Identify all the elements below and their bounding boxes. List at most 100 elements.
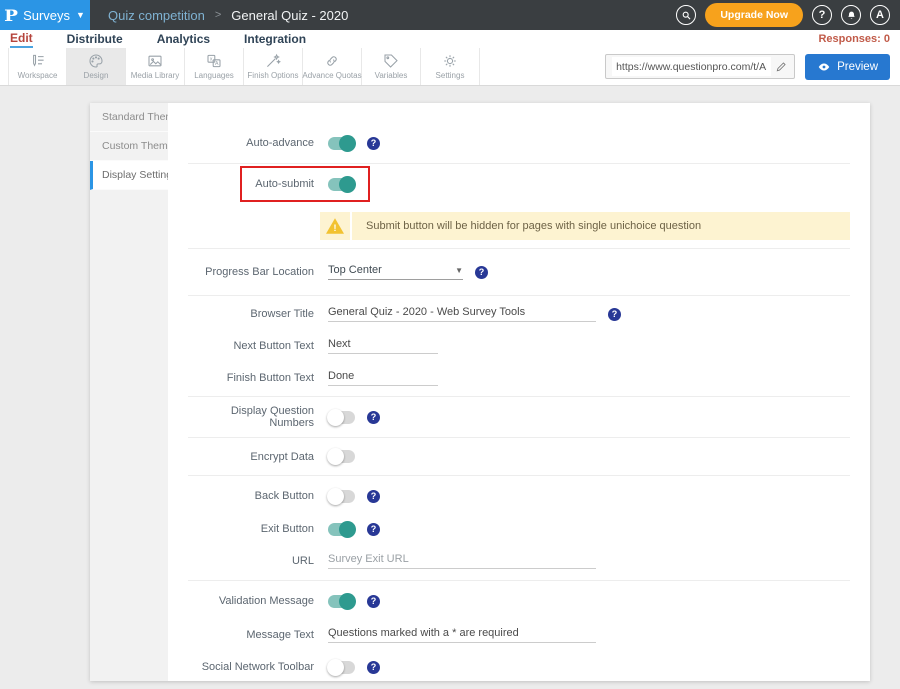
exit-button-toggle[interactable] <box>328 523 355 536</box>
auto-submit-label: Auto-submit <box>188 178 328 190</box>
warning-text: Submit button will be hidden for pages w… <box>352 212 701 240</box>
social-toolbar-toggle[interactable] <box>328 661 355 674</box>
edit-pencil-icon[interactable] <box>775 60 788 73</box>
exit-url-label: URL <box>188 555 328 567</box>
finish-button-text-input[interactable] <box>328 370 438 386</box>
exit-url-row: URL <box>188 542 850 580</box>
svg-text:A: A <box>215 61 219 67</box>
tool-languages[interactable]: xA Languages <box>185 48 244 85</box>
menu-item-distribute[interactable]: Distribute <box>67 31 123 47</box>
warning-triangle-icon: ! <box>325 217 345 235</box>
avatar[interactable]: A <box>870 5 890 25</box>
auto-advance-row: Auto-advance ? <box>188 123 850 163</box>
auto-advance-label: Auto-advance <box>188 137 328 149</box>
sidebar-item-standard-themes[interactable]: Standard Themes <box>90 103 168 132</box>
surveys-menu-button[interactable]: P Surveys ▼ <box>0 0 90 30</box>
tool-variables[interactable]: Variables <box>362 48 421 85</box>
social-toolbar-help-icon[interactable]: ? <box>367 661 380 674</box>
chevron-down-icon: ▼ <box>455 266 463 275</box>
exit-button-row: Exit Button ? <box>188 516 850 542</box>
preview-button[interactable]: Preview <box>805 54 890 80</box>
breadcrumb: Quiz competition > General Quiz - 2020 <box>108 8 348 23</box>
back-button-help-icon[interactable]: ? <box>367 490 380 503</box>
back-button-label: Back Button <box>188 490 328 502</box>
upgrade-now-button[interactable]: Upgrade Now <box>705 3 803 27</box>
social-toolbar-label: Social Network Toolbar <box>188 661 328 673</box>
display-question-numbers-row: Display Question Numbers ? <box>188 397 850 437</box>
translate-icon: xA <box>206 53 222 69</box>
validation-message-label: Validation Message <box>188 595 328 607</box>
palette-icon <box>88 53 104 69</box>
browser-title-label: Browser Title <box>188 308 328 320</box>
tool-media-library[interactable]: Media Library <box>126 48 185 85</box>
edit-toolbar: Workspace Design Media Library xA Langua… <box>0 48 900 86</box>
menu-item-edit[interactable]: Edit <box>10 30 33 48</box>
progress-bar-row: Progress Bar Location Top Center ▼ ? <box>188 249 850 295</box>
themes-sidebar: Standard Themes Custom Themes Display Se… <box>90 103 168 681</box>
browser-title-help-icon[interactable]: ? <box>608 308 621 321</box>
browser-title-input[interactable] <box>328 306 596 322</box>
svg-text:!: ! <box>334 223 337 233</box>
eye-icon <box>817 60 831 74</box>
warning-row: ! Submit button will be hidden for pages… <box>188 204 850 248</box>
magic-wand-icon <box>265 53 281 69</box>
auto-advance-help-icon[interactable]: ? <box>367 137 380 150</box>
tool-settings[interactable]: Settings <box>421 48 480 85</box>
display-settings-panel: Standard Themes Custom Themes Display Se… <box>90 103 870 681</box>
progress-bar-help-icon[interactable]: ? <box>475 266 488 279</box>
sidebar-item-display-settings[interactable]: Display Settings <box>90 161 168 190</box>
breadcrumb-current: General Quiz - 2020 <box>231 8 348 23</box>
progress-bar-select[interactable]: Top Center ▼ <box>328 264 463 280</box>
finish-button-text-row: Finish Button Text <box>188 360 850 396</box>
finish-button-text-label: Finish Button Text <box>188 372 328 384</box>
questionpro-logo-icon: P <box>4 6 18 25</box>
message-text-input[interactable] <box>328 627 596 643</box>
responses-count[interactable]: Responses: 0 <box>818 33 890 45</box>
exit-button-help-icon[interactable]: ? <box>367 523 380 536</box>
menu-item-integration[interactable]: Integration <box>244 31 306 47</box>
validation-message-row: Validation Message ? <box>188 581 850 621</box>
exit-url-input[interactable] <box>328 553 596 569</box>
back-button-toggle[interactable] <box>328 490 355 503</box>
tool-finish-options[interactable]: Finish Options <box>244 48 303 85</box>
search-icon[interactable] <box>676 5 696 25</box>
display-question-numbers-toggle[interactable] <box>328 411 355 424</box>
message-text-label: Message Text <box>188 629 328 641</box>
encrypt-data-label: Encrypt Data <box>188 451 328 463</box>
menu-bar: Edit Distribute Analytics Integration Re… <box>0 30 900 48</box>
display-question-numbers-label: Display Question Numbers <box>188 405 328 429</box>
social-toolbar-row: Social Network Toolbar ? <box>188 649 850 681</box>
breadcrumb-separator-icon: > <box>215 9 221 21</box>
message-text-row: Message Text <box>188 621 850 649</box>
chevron-down-icon: ▼ <box>76 10 85 20</box>
tool-workspace[interactable]: Workspace <box>8 48 67 85</box>
sidebar-item-custom-themes[interactable]: Custom Themes <box>90 132 168 161</box>
next-button-text-input[interactable] <box>328 338 438 354</box>
exit-button-label: Exit Button <box>188 523 328 535</box>
auto-submit-row: Auto-submit <box>188 164 850 204</box>
menu-item-analytics[interactable]: Analytics <box>157 31 210 47</box>
tag-icon <box>383 53 399 69</box>
svg-text:x: x <box>210 57 213 63</box>
chain-link-icon <box>324 53 340 69</box>
breadcrumb-parent[interactable]: Quiz competition <box>108 8 205 23</box>
notifications-bell-icon[interactable] <box>841 5 861 25</box>
survey-url-box <box>605 54 795 79</box>
tool-advance-quotas[interactable]: Advance Quotas <box>303 48 362 85</box>
workspace-icon <box>30 53 46 69</box>
progress-bar-label: Progress Bar Location <box>188 266 328 278</box>
validation-message-toggle[interactable] <box>328 595 355 608</box>
help-icon[interactable]: ? <box>812 5 832 25</box>
encrypt-data-toggle[interactable] <box>328 450 355 463</box>
validation-message-help-icon[interactable]: ? <box>367 595 380 608</box>
auto-submit-toggle[interactable] <box>328 178 355 191</box>
tool-design[interactable]: Design <box>67 48 126 85</box>
top-header: P Surveys ▼ Quiz competition > General Q… <box>0 0 900 30</box>
auto-advance-toggle[interactable] <box>328 137 355 150</box>
settings-form: Auto-advance ? Auto-submit ! Submit butt… <box>168 103 870 681</box>
next-button-text-label: Next Button Text <box>188 340 328 352</box>
survey-url-input[interactable] <box>612 57 771 76</box>
browser-title-row: Browser Title ? <box>188 296 850 332</box>
display-question-numbers-help-icon[interactable]: ? <box>367 411 380 424</box>
encrypt-data-row: Encrypt Data <box>188 438 850 475</box>
